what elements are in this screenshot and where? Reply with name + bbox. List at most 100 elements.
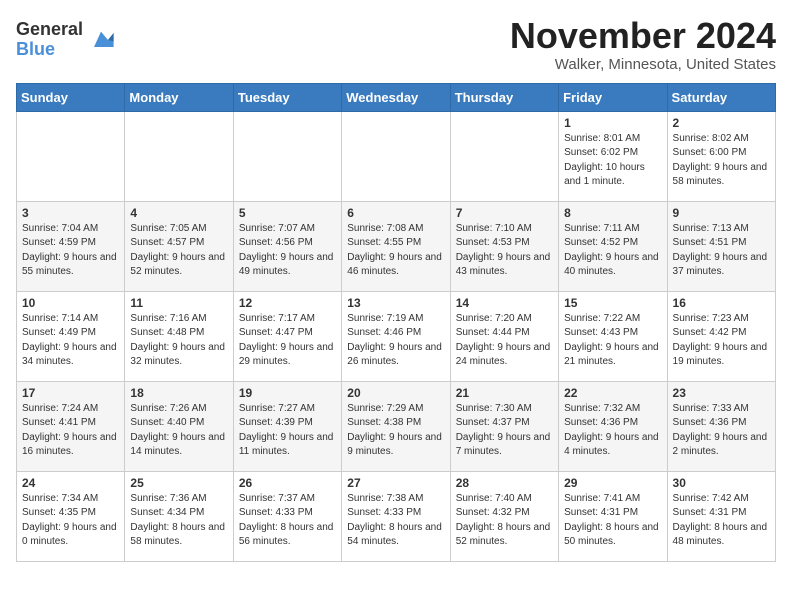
day-number: 27 bbox=[347, 476, 444, 490]
calendar-cell: 5 Sunrise: 7:07 AM Sunset: 4:56 PM Daylig… bbox=[233, 201, 341, 291]
calendar-cell: 6 Sunrise: 7:08 AM Sunset: 4:55 PM Daylig… bbox=[342, 201, 450, 291]
calendar-cell bbox=[125, 111, 233, 201]
calendar-week-0: 1Sunrise: 8:01 AM Sunset: 6:02 PM Daylig… bbox=[17, 111, 776, 201]
day-info: Sunrise: 7:10 AM Sunset: 4:53 PM Dayligh… bbox=[456, 222, 553, 280]
calendar-cell bbox=[17, 111, 125, 201]
day-info: Sunrise: 7:07 AM Sunset: 4:56 PM Dayligh… bbox=[239, 222, 336, 280]
day-info: Sunrise: 7:38 AM Sunset: 4:33 PM Dayligh… bbox=[347, 492, 444, 550]
calendar-header-row: SundayMondayTuesdayWednesdayThursdayFrid… bbox=[17, 83, 776, 111]
day-info: Sunrise: 7:05 AM Sunset: 4:57 PM Dayligh… bbox=[130, 222, 227, 280]
day-info: Sunrise: 7:32 AM Sunset: 4:36 PM Dayligh… bbox=[564, 402, 661, 460]
day-info: Sunrise: 7:30 AM Sunset: 4:37 PM Dayligh… bbox=[456, 402, 553, 460]
calendar-week-3: 17Sunrise: 7:24 AM Sunset: 4:41 PM Dayli… bbox=[17, 381, 776, 471]
calendar-cell: 16Sunrise: 7:23 AM Sunset: 4:42 PM Dayli… bbox=[667, 291, 775, 381]
calendar-header-monday: Monday bbox=[125, 83, 233, 111]
day-info: Sunrise: 7:26 AM Sunset: 4:40 PM Dayligh… bbox=[130, 402, 227, 460]
day-number: 30 bbox=[673, 476, 770, 490]
day-info: Sunrise: 7:27 AM Sunset: 4:39 PM Dayligh… bbox=[239, 402, 336, 460]
calendar-cell: 17Sunrise: 7:24 AM Sunset: 4:41 PM Dayli… bbox=[17, 381, 125, 471]
calendar-cell: 26 Sunrise: 7:37 AM Sunset: 4:33 PM Dayli… bbox=[233, 471, 341, 561]
day-info: Sunrise: 7:37 AM Sunset: 4:33 PM Dayligh… bbox=[239, 492, 336, 550]
day-number: 25 bbox=[130, 476, 227, 490]
day-info: Sunrise: 7:04 AM Sunset: 4:59 PM Dayligh… bbox=[22, 222, 119, 280]
day-info: Sunrise: 7:16 AM Sunset: 4:48 PM Dayligh… bbox=[130, 312, 227, 370]
day-number: 14 bbox=[456, 296, 553, 310]
calendar-cell: 27 Sunrise: 7:38 AM Sunset: 4:33 PM Dayli… bbox=[342, 471, 450, 561]
calendar-cell: 10 Sunrise: 7:14 AM Sunset: 4:49 PM Dayli… bbox=[17, 291, 125, 381]
day-info: Sunrise: 7:19 AM Sunset: 4:46 PM Dayligh… bbox=[347, 312, 444, 370]
logo-text: General Blue bbox=[16, 20, 83, 60]
day-info: Sunrise: 7:08 AM Sunset: 4:55 PM Dayligh… bbox=[347, 222, 444, 280]
day-info: Sunrise: 8:02 AM Sunset: 6:00 PM Dayligh… bbox=[673, 132, 770, 190]
calendar-cell: 12Sunrise: 7:17 AM Sunset: 4:47 PM Dayli… bbox=[233, 291, 341, 381]
day-info: Sunrise: 7:11 AM Sunset: 4:52 PM Dayligh… bbox=[564, 222, 661, 280]
day-number: 6 bbox=[347, 206, 444, 220]
day-number: 7 bbox=[456, 206, 553, 220]
calendar: SundayMondayTuesdayWednesdayThursdayFrid… bbox=[16, 83, 776, 562]
calendar-cell: 23Sunrise: 7:33 AM Sunset: 4:36 PM Dayli… bbox=[667, 381, 775, 471]
calendar-cell: 19 Sunrise: 7:27 AM Sunset: 4:39 PM Dayli… bbox=[233, 381, 341, 471]
day-info: Sunrise: 7:41 AM Sunset: 4:31 PM Dayligh… bbox=[564, 492, 661, 550]
day-number: 13 bbox=[347, 296, 444, 310]
location: Walker, Minnesota, United States bbox=[510, 56, 776, 73]
day-number: 22 bbox=[564, 386, 661, 400]
day-info: Sunrise: 7:42 AM Sunset: 4:31 PM Dayligh… bbox=[673, 492, 770, 550]
day-number: 8 bbox=[564, 206, 661, 220]
header: General Blue November 2024 Walker, Minne… bbox=[16, 16, 776, 73]
calendar-cell: 8 Sunrise: 7:11 AM Sunset: 4:52 PM Daylig… bbox=[559, 201, 667, 291]
calendar-header-wednesday: Wednesday bbox=[342, 83, 450, 111]
calendar-cell: 3 Sunrise: 7:04 AM Sunset: 4:59 PM Daylig… bbox=[17, 201, 125, 291]
calendar-week-2: 10 Sunrise: 7:14 AM Sunset: 4:49 PM Dayli… bbox=[17, 291, 776, 381]
calendar-week-1: 3 Sunrise: 7:04 AM Sunset: 4:59 PM Daylig… bbox=[17, 201, 776, 291]
day-number: 20 bbox=[347, 386, 444, 400]
day-number: 4 bbox=[130, 206, 227, 220]
calendar-cell: 15Sunrise: 7:22 AM Sunset: 4:43 PM Dayli… bbox=[559, 291, 667, 381]
day-info: Sunrise: 7:36 AM Sunset: 4:34 PM Dayligh… bbox=[130, 492, 227, 550]
day-number: 11 bbox=[130, 296, 227, 310]
calendar-cell: 13 Sunrise: 7:19 AM Sunset: 4:46 PM Dayli… bbox=[342, 291, 450, 381]
logo: General Blue bbox=[16, 20, 115, 60]
calendar-header-tuesday: Tuesday bbox=[233, 83, 341, 111]
day-number: 10 bbox=[22, 296, 119, 310]
day-number: 19 bbox=[239, 386, 336, 400]
day-number: 2 bbox=[673, 116, 770, 130]
day-info: Sunrise: 7:14 AM Sunset: 4:49 PM Dayligh… bbox=[22, 312, 119, 370]
logo-general: General bbox=[16, 20, 83, 40]
calendar-header-friday: Friday bbox=[559, 83, 667, 111]
day-info: Sunrise: 7:24 AM Sunset: 4:41 PM Dayligh… bbox=[22, 402, 119, 460]
month-title: November 2024 bbox=[510, 16, 776, 56]
day-number: 21 bbox=[456, 386, 553, 400]
calendar-header-saturday: Saturday bbox=[667, 83, 775, 111]
calendar-cell: 22 Sunrise: 7:32 AM Sunset: 4:36 PM Dayli… bbox=[559, 381, 667, 471]
calendar-header-thursday: Thursday bbox=[450, 83, 558, 111]
day-number: 23 bbox=[673, 386, 770, 400]
calendar-cell: 25 Sunrise: 7:36 AM Sunset: 4:34 PM Dayli… bbox=[125, 471, 233, 561]
calendar-cell: 24 Sunrise: 7:34 AM Sunset: 4:35 PM Dayli… bbox=[17, 471, 125, 561]
calendar-cell: 1Sunrise: 8:01 AM Sunset: 6:02 PM Daylig… bbox=[559, 111, 667, 201]
calendar-cell bbox=[450, 111, 558, 201]
day-number: 9 bbox=[673, 206, 770, 220]
calendar-cell: 29Sunrise: 7:41 AM Sunset: 4:31 PM Dayli… bbox=[559, 471, 667, 561]
calendar-cell: 14 Sunrise: 7:20 AM Sunset: 4:44 PM Dayli… bbox=[450, 291, 558, 381]
calendar-cell: 28 Sunrise: 7:40 AM Sunset: 4:32 PM Dayli… bbox=[450, 471, 558, 561]
day-number: 5 bbox=[239, 206, 336, 220]
day-info: Sunrise: 7:34 AM Sunset: 4:35 PM Dayligh… bbox=[22, 492, 119, 550]
logo-blue: Blue bbox=[16, 40, 83, 60]
day-info: Sunrise: 7:17 AM Sunset: 4:47 PM Dayligh… bbox=[239, 312, 336, 370]
day-info: Sunrise: 7:29 AM Sunset: 4:38 PM Dayligh… bbox=[347, 402, 444, 460]
day-number: 3 bbox=[22, 206, 119, 220]
day-info: Sunrise: 7:40 AM Sunset: 4:32 PM Dayligh… bbox=[456, 492, 553, 550]
day-info: Sunrise: 7:22 AM Sunset: 4:43 PM Dayligh… bbox=[564, 312, 661, 370]
calendar-cell: 9Sunrise: 7:13 AM Sunset: 4:51 PM Daylig… bbox=[667, 201, 775, 291]
day-number: 16 bbox=[673, 296, 770, 310]
day-number: 26 bbox=[239, 476, 336, 490]
calendar-cell: 21 Sunrise: 7:30 AM Sunset: 4:37 PM Dayli… bbox=[450, 381, 558, 471]
day-number: 24 bbox=[22, 476, 119, 490]
day-number: 28 bbox=[456, 476, 553, 490]
day-number: 18 bbox=[130, 386, 227, 400]
calendar-cell bbox=[342, 111, 450, 201]
calendar-week-4: 24 Sunrise: 7:34 AM Sunset: 4:35 PM Dayli… bbox=[17, 471, 776, 561]
calendar-cell: 18 Sunrise: 7:26 AM Sunset: 4:40 PM Dayli… bbox=[125, 381, 233, 471]
day-number: 1 bbox=[564, 116, 661, 130]
day-info: Sunrise: 7:20 AM Sunset: 4:44 PM Dayligh… bbox=[456, 312, 553, 370]
